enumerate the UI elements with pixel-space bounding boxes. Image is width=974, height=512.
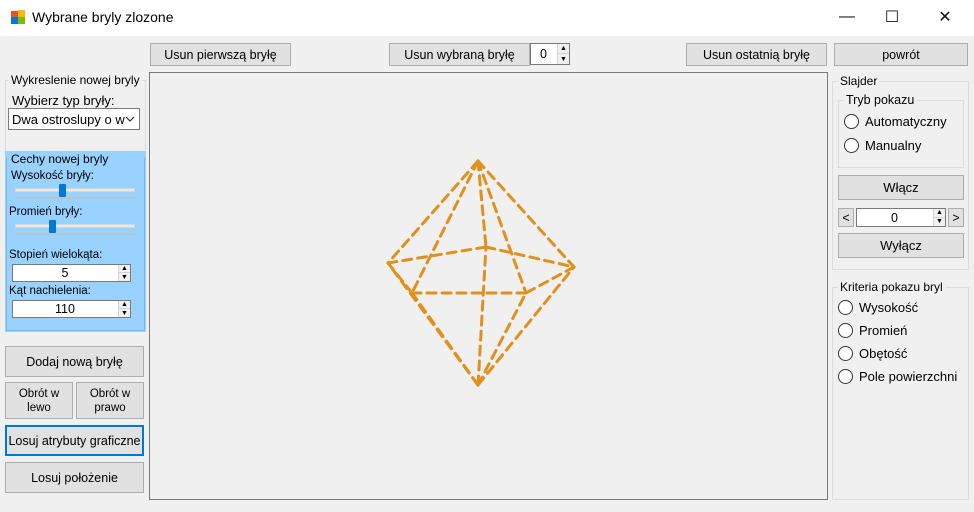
mode-auto-label: Automatyczny bbox=[865, 114, 947, 129]
solid-edge bbox=[410, 159, 480, 295]
solid-edge bbox=[476, 159, 576, 269]
polygon-degree-value: 5 bbox=[61, 266, 69, 280]
app-icon bbox=[11, 10, 25, 24]
slide-index-stepper[interactable]: 0 ▲ ▼ bbox=[856, 208, 946, 227]
enable-button[interactable]: Włącz bbox=[838, 175, 964, 200]
criteria-height-label: Wysokość bbox=[859, 300, 919, 315]
radio-circle[interactable] bbox=[844, 114, 859, 129]
next-slide-button[interactable]: > bbox=[948, 208, 964, 227]
criteria-area-label: Pole powierzchni bbox=[859, 369, 958, 384]
radius-slider-track[interactable] bbox=[15, 224, 135, 228]
radius-slider-thumb[interactable] bbox=[49, 220, 56, 233]
stepper-down-icon[interactable]: ▼ bbox=[934, 218, 945, 227]
height-slider-thumb[interactable] bbox=[59, 184, 66, 197]
stepper-up-icon[interactable]: ▲ bbox=[558, 44, 569, 54]
criteria-height-radio[interactable]: Wysokość bbox=[838, 300, 918, 315]
solid-edge bbox=[386, 245, 488, 265]
solid-edge bbox=[476, 265, 576, 387]
radio-circle[interactable] bbox=[844, 138, 859, 153]
solid-drawing bbox=[386, 159, 576, 387]
maximize-button[interactable]: ☐ bbox=[869, 0, 915, 34]
radio-circle[interactable] bbox=[838, 346, 853, 361]
slider-group-label: Slajder bbox=[838, 74, 880, 88]
polygon-degree-stepper[interactable]: 5 ▲ ▼ bbox=[12, 264, 131, 282]
disable-button[interactable]: Wyłącz bbox=[838, 233, 964, 258]
criteria-group bbox=[832, 287, 969, 500]
tilt-label: Kąt nachielenia: bbox=[9, 285, 91, 297]
mode-group bbox=[838, 100, 964, 168]
stepper-up-icon[interactable]: ▲ bbox=[934, 209, 945, 218]
solid-edge bbox=[476, 159, 488, 249]
choose-type-label: Wybierz typ bryły: bbox=[12, 93, 115, 108]
solid-edge bbox=[484, 245, 576, 269]
features-panel: Cechy nowej bryly Wysokość bryły: Promie… bbox=[5, 151, 146, 332]
solid-edge bbox=[386, 261, 414, 295]
height-slider-ticks bbox=[15, 197, 135, 199]
radio-circle[interactable] bbox=[838, 323, 853, 338]
back-button[interactable]: powrót bbox=[834, 43, 968, 66]
slide-index-value: 0 bbox=[891, 210, 898, 225]
radius-slider-ticks bbox=[15, 233, 135, 235]
rotate-right-button[interactable]: Obrót w prawo bbox=[76, 382, 144, 419]
radio-circle[interactable] bbox=[838, 369, 853, 384]
height-slider-track[interactable] bbox=[15, 188, 135, 192]
stepper-spin[interactable]: ▲ ▼ bbox=[118, 301, 130, 317]
add-solid-button[interactable]: Dodaj nową bryłę bbox=[5, 346, 144, 377]
criteria-area-radio[interactable]: Pole powierzchni bbox=[838, 369, 957, 384]
stepper-down-icon[interactable]: ▼ bbox=[558, 54, 569, 64]
random-position-button[interactable]: Losuj położenie bbox=[5, 462, 144, 493]
solid-type-value: Dwa ostroslupy o w bbox=[12, 112, 125, 127]
stepper-spin[interactable]: ▲ ▼ bbox=[557, 44, 569, 64]
selected-index-value: 0 bbox=[540, 47, 547, 61]
mode-manual-radio[interactable]: Manualny bbox=[844, 138, 921, 153]
stepper-down-icon[interactable]: ▼ bbox=[119, 309, 130, 317]
rotate-left-button[interactable]: Obrót w lewo bbox=[5, 382, 73, 419]
solid-edge bbox=[476, 291, 528, 387]
criteria-group-label: Kriteria pokazu bryl bbox=[838, 280, 945, 294]
stepper-spin[interactable]: ▲ ▼ bbox=[933, 209, 945, 226]
criteria-volume-radio[interactable]: Obętość bbox=[838, 346, 907, 361]
stepper-up-icon[interactable]: ▲ bbox=[119, 265, 130, 273]
criteria-radius-label: Promień bbox=[859, 323, 908, 338]
remove-last-button[interactable]: Usun ostatnią bryłę bbox=[686, 43, 827, 66]
remove-first-button[interactable]: Usun pierwszą bryłę bbox=[150, 43, 291, 66]
solid-type-select[interactable]: Dwa ostroslupy o w bbox=[8, 108, 140, 130]
mode-manual-label: Manualny bbox=[865, 138, 922, 153]
radius-label: Promień bryły: bbox=[9, 206, 83, 218]
height-label: Wysokość bryły: bbox=[11, 170, 94, 182]
stepper-up-icon[interactable]: ▲ bbox=[119, 301, 130, 309]
tilt-stepper[interactable]: 110 ▲ ▼ bbox=[12, 300, 131, 318]
criteria-volume-label: Obętość bbox=[859, 346, 908, 361]
tilt-value: 110 bbox=[55, 302, 75, 316]
prev-slide-button[interactable]: < bbox=[838, 208, 854, 227]
solid-edge bbox=[476, 245, 488, 387]
new-solid-group-label: Wykreslenie nowej bryly bbox=[9, 73, 142, 87]
solid-edge bbox=[524, 265, 576, 295]
stepper-down-icon[interactable]: ▼ bbox=[119, 273, 130, 281]
radio-circle[interactable] bbox=[838, 300, 853, 315]
polygon-degree-label: Stopień wielokąta: bbox=[9, 249, 103, 261]
minimize-button[interactable]: — bbox=[824, 0, 870, 34]
random-graphics-button[interactable]: Losuj atrybuty graficzne bbox=[5, 425, 144, 456]
mode-auto-radio[interactable]: Automatyczny bbox=[844, 114, 947, 129]
criteria-radius-radio[interactable]: Promień bbox=[838, 323, 907, 338]
title-bar: Wybrane bryly zlozone — ☐ ✕ bbox=[0, 0, 974, 36]
mode-group-label: Tryb pokazu bbox=[844, 93, 917, 107]
solid-edge bbox=[410, 291, 480, 387]
window-title: Wybrane bryly zlozone bbox=[32, 9, 174, 25]
stepper-spin[interactable]: ▲ ▼ bbox=[118, 265, 130, 281]
remove-selected-button[interactable]: Usun wybraną bryłę bbox=[389, 43, 530, 66]
selected-index-stepper[interactable]: 0 ▲ ▼ bbox=[530, 43, 570, 65]
drawing-canvas[interactable] bbox=[149, 72, 828, 500]
close-button[interactable]: ✕ bbox=[922, 0, 968, 34]
chevron-down-icon bbox=[125, 116, 135, 122]
